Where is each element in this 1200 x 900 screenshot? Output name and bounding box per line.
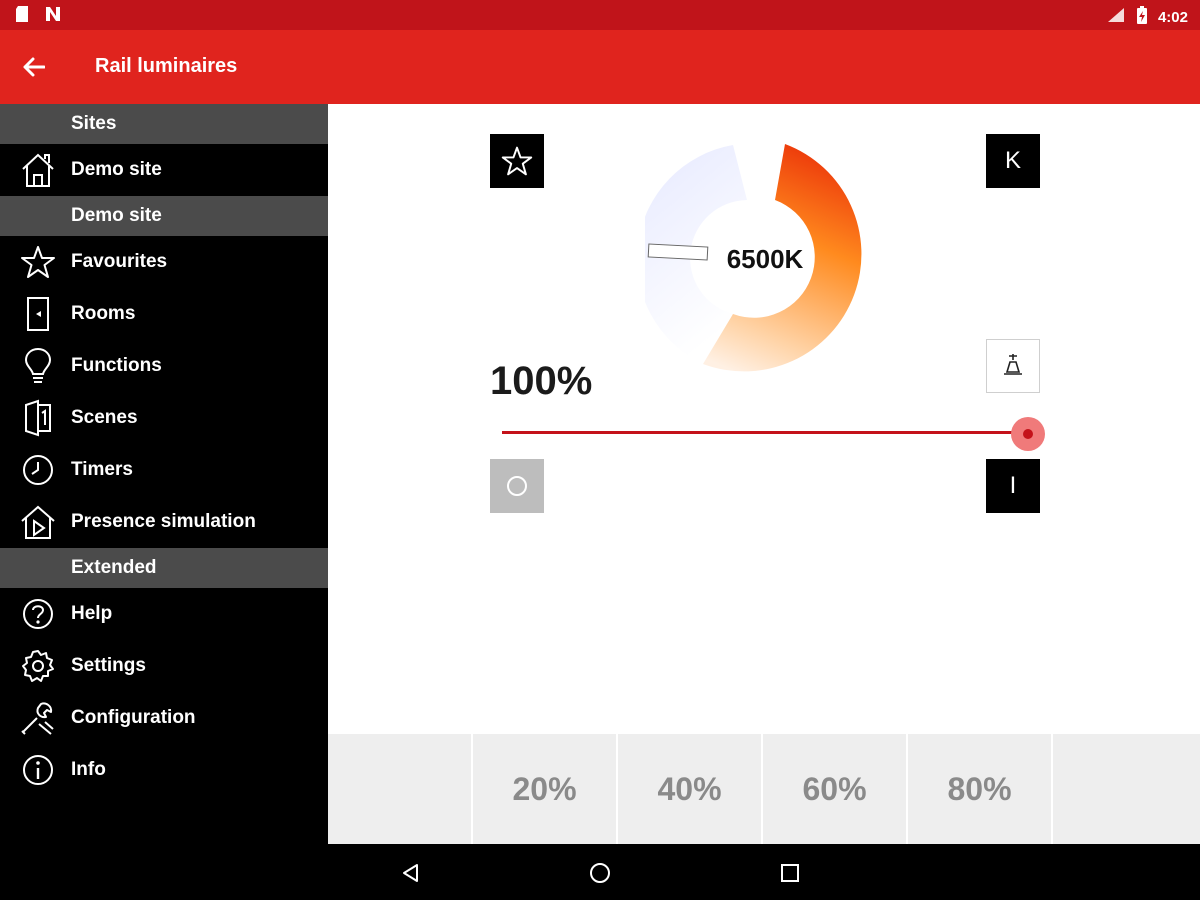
sidebar-item-functions[interactable]: Functions — [0, 340, 328, 392]
nav-home-button[interactable] — [585, 858, 615, 888]
sidebar-item-presence-simulation[interactable]: Presence simulation — [0, 496, 328, 548]
battery-charging-icon — [1136, 5, 1148, 29]
light-control-panel: K 6500K 100% I 20% 40% 60% 80% — [328, 104, 1200, 844]
sidebar-item-label: Timers — [71, 459, 133, 480]
gear-icon — [18, 646, 58, 686]
sidebar-item-help[interactable]: Help — [0, 588, 328, 640]
section-header-sites: Sites — [0, 104, 328, 144]
sidebar-item-configuration[interactable]: Configuration — [0, 692, 328, 744]
preset-button[interactable] — [1053, 734, 1200, 844]
square-recents-icon — [781, 864, 799, 882]
help-icon — [18, 594, 58, 634]
sidebar-item-info[interactable]: Info — [0, 744, 328, 796]
color-temperature-value: 6500K — [726, 244, 804, 274]
sd-card-icon — [14, 5, 30, 28]
status-bar: 4:02 — [0, 0, 1200, 30]
sidebar-item-label: Scenes — [71, 407, 138, 428]
preset-button[interactable]: 60% — [763, 734, 908, 844]
clock-time: 4:02 — [1157, 8, 1188, 26]
sidebar-item-label: Favourites — [71, 251, 168, 272]
star-icon — [18, 242, 58, 282]
sidebar-item-label: Demo site — [71, 159, 162, 180]
sidebar: Sites Demo site Demo site Favourites Roo… — [0, 104, 328, 844]
preset-button[interactable]: 40% — [618, 734, 763, 844]
circle-home-icon — [590, 863, 610, 883]
wrench-icon — [18, 698, 58, 738]
preset-bar: 20% 40% 60% 80% — [328, 734, 1200, 844]
brightness-value: 100% — [490, 359, 593, 403]
favourite-button[interactable] — [490, 134, 544, 188]
home-icon — [18, 150, 58, 190]
sidebar-item-label: Settings — [71, 655, 146, 676]
section-header-extended: Extended — [0, 548, 328, 588]
sidebar-item-demo-site[interactable]: Demo site — [0, 144, 328, 196]
sidebar-item-settings[interactable]: Settings — [0, 640, 328, 692]
system-navigation-bar — [328, 844, 1200, 900]
lamp-toggle-button[interactable] — [986, 339, 1040, 393]
lamp-icon — [1004, 354, 1022, 375]
sidebar-item-favourites[interactable]: Favourites — [0, 236, 328, 288]
section-header-demo-site: Demo site — [0, 196, 328, 236]
brightness-slider-track[interactable] — [502, 431, 1028, 434]
star-icon — [501, 146, 533, 176]
brightness-slider-thumb[interactable] — [1011, 417, 1045, 451]
sidebar-item-rooms[interactable]: Rooms — [0, 288, 328, 340]
sidebar-item-label: Info — [71, 759, 106, 780]
nav-back-button[interactable] — [396, 858, 426, 888]
signal-icon — [1106, 6, 1126, 28]
nfc-icon — [44, 5, 62, 28]
preset-button[interactable] — [328, 734, 473, 844]
sidebar-item-label: Presence simulation — [71, 511, 256, 532]
info-icon — [18, 750, 58, 790]
arrow-left-icon — [23, 57, 45, 77]
door-icon — [18, 294, 58, 334]
on-button[interactable]: I — [986, 459, 1040, 513]
sidebar-item-label: Functions — [71, 355, 162, 376]
sidebar-item-scenes[interactable]: Scenes — [0, 392, 328, 444]
triangle-back-icon — [403, 864, 418, 882]
page-title: Rail luminaires — [95, 55, 238, 77]
back-button[interactable] — [18, 52, 50, 82]
preset-button[interactable]: 20% — [473, 734, 618, 844]
lightbulb-icon — [18, 346, 58, 386]
scene-icon — [18, 398, 58, 438]
presence-house-icon — [18, 502, 58, 542]
sidebar-item-label: Help — [71, 603, 113, 624]
sidebar-item-timers[interactable]: Timers — [0, 444, 328, 496]
sidebar-item-label: Configuration — [71, 707, 196, 728]
app-bar: Rail luminaires — [0, 30, 1200, 104]
off-button[interactable] — [490, 459, 544, 513]
circle-off-icon — [507, 476, 527, 496]
sidebar-item-label: Rooms — [71, 303, 136, 324]
preset-button[interactable]: 80% — [908, 734, 1053, 844]
nav-recents-button[interactable] — [775, 858, 805, 888]
clock-icon — [18, 450, 58, 490]
kelvin-button[interactable]: K — [986, 134, 1040, 188]
